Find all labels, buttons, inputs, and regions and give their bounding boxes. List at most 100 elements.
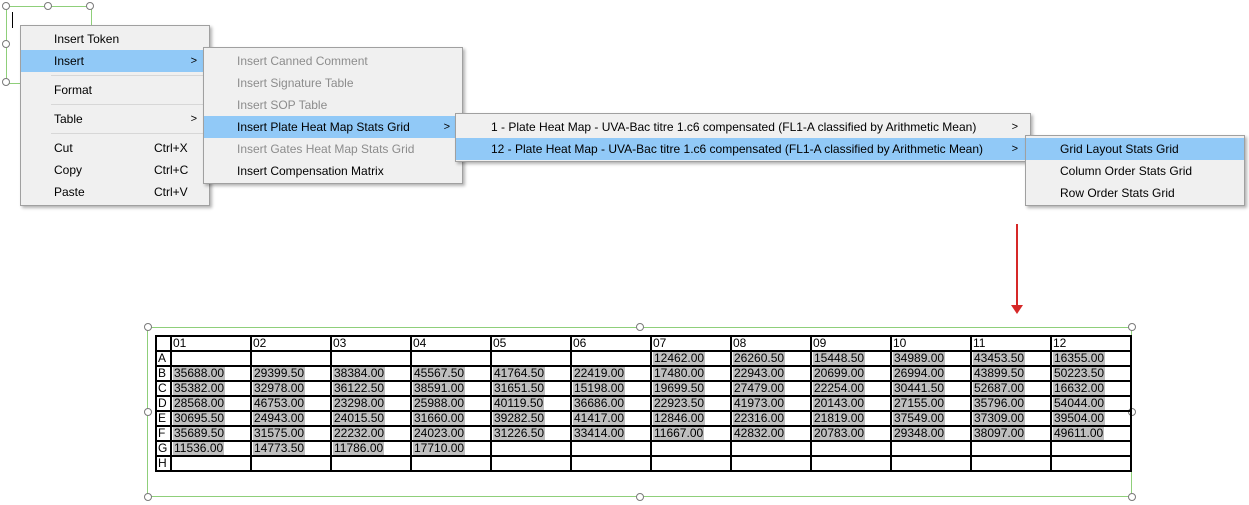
grid-cell[interactable]: 26260.50	[730, 350, 812, 367]
resize-handle[interactable]	[1128, 323, 1136, 331]
grid-cell[interactable]: 29348.00	[890, 425, 972, 442]
grid-cell[interactable]: 37309.00	[970, 410, 1052, 427]
grid-cell[interactable]: 32978.00	[250, 380, 332, 397]
grid-cell[interactable]: 42832.00	[730, 425, 812, 442]
grid-cell[interactable]	[410, 455, 492, 472]
menu-item-insert-gates-heat-map-stats-grid[interactable]: Insert Gates Heat Map Stats Grid	[204, 138, 462, 160]
grid-cell[interactable]: 17710.00	[410, 440, 492, 457]
grid-cell[interactable]	[730, 440, 812, 457]
grid-cell[interactable]	[890, 455, 972, 472]
menu-item-column-order-stats-grid[interactable]: Column Order Stats Grid	[1026, 160, 1244, 182]
grid-cell[interactable]: 22923.50	[650, 395, 732, 412]
grid-cell[interactable]: 54044.00	[1050, 395, 1132, 412]
grid-cell[interactable]: 36122.50	[330, 380, 412, 397]
grid-cell[interactable]	[250, 350, 332, 367]
menu-item-copy[interactable]: Copy Ctrl+C	[21, 159, 209, 181]
grid-cell[interactable]	[490, 440, 572, 457]
menu-item-insert-plate-heat-map-stats-grid[interactable]: Insert Plate Heat Map Stats Grid >	[204, 116, 462, 138]
grid-cell[interactable]: 43899.50	[970, 365, 1052, 382]
grid-cell[interactable]: 31575.00	[250, 425, 332, 442]
grid-cell[interactable]: 35382.00	[170, 380, 252, 397]
grid-cell[interactable]: 27155.00	[890, 395, 972, 412]
grid-cell[interactable]: 11786.00	[330, 440, 412, 457]
grid-cell[interactable]	[170, 455, 252, 472]
grid-cell[interactable]: 22254.00	[810, 380, 892, 397]
grid-cell[interactable]	[730, 455, 812, 472]
grid-cell[interactable]: 35689.50	[170, 425, 252, 442]
grid-cell[interactable]: 16632.00	[1050, 380, 1132, 397]
resize-handle[interactable]	[86, 2, 94, 10]
menu-item-row-order-stats-grid[interactable]: Row Order Stats Grid	[1026, 182, 1244, 204]
grid-cell[interactable]: 22232.00	[330, 425, 412, 442]
grid-cell[interactable]: 25988.00	[410, 395, 492, 412]
grid-cell[interactable]: 15198.00	[570, 380, 652, 397]
resize-handle[interactable]	[2, 2, 10, 10]
grid-cell[interactable]: 21819.00	[810, 410, 892, 427]
resize-handle[interactable]	[2, 40, 10, 48]
menu-item-table[interactable]: Table >	[21, 108, 209, 130]
grid-cell[interactable]: 38384.00	[330, 365, 412, 382]
grid-cell[interactable]: 30695.50	[170, 410, 252, 427]
grid-cell[interactable]: 20143.00	[810, 395, 892, 412]
grid-cell[interactable]: 39282.50	[490, 410, 572, 427]
grid-cell[interactable]: 11667.00	[650, 425, 732, 442]
menu-item-plate-heat-map-12[interactable]: 12 - Plate Heat Map - UVA-Bac titre 1.c6…	[456, 138, 1030, 160]
grid-cell[interactable]: 22316.00	[730, 410, 812, 427]
menu-item-cut[interactable]: Cut Ctrl+X	[21, 137, 209, 159]
grid-cell[interactable]: 30441.50	[890, 380, 972, 397]
grid-cell[interactable]	[810, 440, 892, 457]
grid-cell[interactable]: 39504.00	[1050, 410, 1132, 427]
grid-cell[interactable]	[570, 440, 652, 457]
grid-cell[interactable]: 16355.00	[1050, 350, 1132, 367]
grid-cell[interactable]: 43453.50	[970, 350, 1052, 367]
grid-cell[interactable]	[490, 455, 572, 472]
grid-cell[interactable]: 52687.00	[970, 380, 1052, 397]
grid-cell[interactable]	[170, 350, 252, 367]
grid-cell[interactable]	[330, 455, 412, 472]
grid-cell[interactable]: 26994.00	[890, 365, 972, 382]
grid-cell[interactable]: 22943.00	[730, 365, 812, 382]
grid-cell[interactable]	[490, 350, 572, 367]
grid-cell[interactable]	[810, 455, 892, 472]
grid-cell[interactable]	[1050, 455, 1132, 472]
menu-item-grid-layout-stats-grid[interactable]: Grid Layout Stats Grid	[1026, 138, 1244, 160]
grid-cell[interactable]	[890, 440, 972, 457]
grid-cell[interactable]: 41417.00	[570, 410, 652, 427]
grid-cell[interactable]	[650, 440, 732, 457]
grid-cell[interactable]	[650, 455, 732, 472]
grid-cell[interactable]	[970, 440, 1052, 457]
grid-cell[interactable]: 35688.00	[170, 365, 252, 382]
grid-cell[interactable]: 33414.00	[570, 425, 652, 442]
menu-item-insert-token[interactable]: Insert Token	[21, 28, 209, 50]
grid-cell[interactable]	[570, 350, 652, 367]
grid-cell[interactable]	[410, 350, 492, 367]
grid-cell[interactable]: 49611.00	[1050, 425, 1132, 442]
resize-handle[interactable]	[144, 493, 152, 501]
menu-item-insert-canned-comment[interactable]: Insert Canned Comment	[204, 50, 462, 72]
grid-cell[interactable]: 17480.00	[650, 365, 732, 382]
grid-cell[interactable]: 11536.00	[170, 440, 252, 457]
grid-cell[interactable]	[970, 455, 1052, 472]
grid-cell[interactable]: 12846.00	[650, 410, 732, 427]
grid-cell[interactable]: 36686.00	[570, 395, 652, 412]
resize-handle[interactable]	[636, 493, 644, 501]
grid-cell[interactable]: 24015.50	[330, 410, 412, 427]
grid-cell[interactable]: 45567.50	[410, 365, 492, 382]
grid-cell[interactable]: 20783.00	[810, 425, 892, 442]
resize-handle[interactable]	[2, 78, 10, 86]
menu-item-plate-heat-map-1[interactable]: 1 - Plate Heat Map - UVA-Bac titre 1.c6 …	[456, 116, 1030, 138]
grid-cell[interactable]	[250, 455, 332, 472]
menu-item-insert-signature-table[interactable]: Insert Signature Table	[204, 72, 462, 94]
grid-cell[interactable]: 46753.00	[250, 395, 332, 412]
grid-cell[interactable]: 22419.00	[570, 365, 652, 382]
grid-cell[interactable]: 38097.00	[970, 425, 1052, 442]
grid-cell[interactable]: 20699.00	[810, 365, 892, 382]
grid-cell[interactable]	[1050, 440, 1132, 457]
grid-cell[interactable]: 38591.00	[410, 380, 492, 397]
grid-cell[interactable]: 28568.00	[170, 395, 252, 412]
grid-cell[interactable]: 40119.50	[490, 395, 572, 412]
grid-cell[interactable]	[570, 455, 652, 472]
grid-cell[interactable]: 41973.00	[730, 395, 812, 412]
grid-cell[interactable]: 14773.50	[250, 440, 332, 457]
grid-cell[interactable]: 27479.00	[730, 380, 812, 397]
